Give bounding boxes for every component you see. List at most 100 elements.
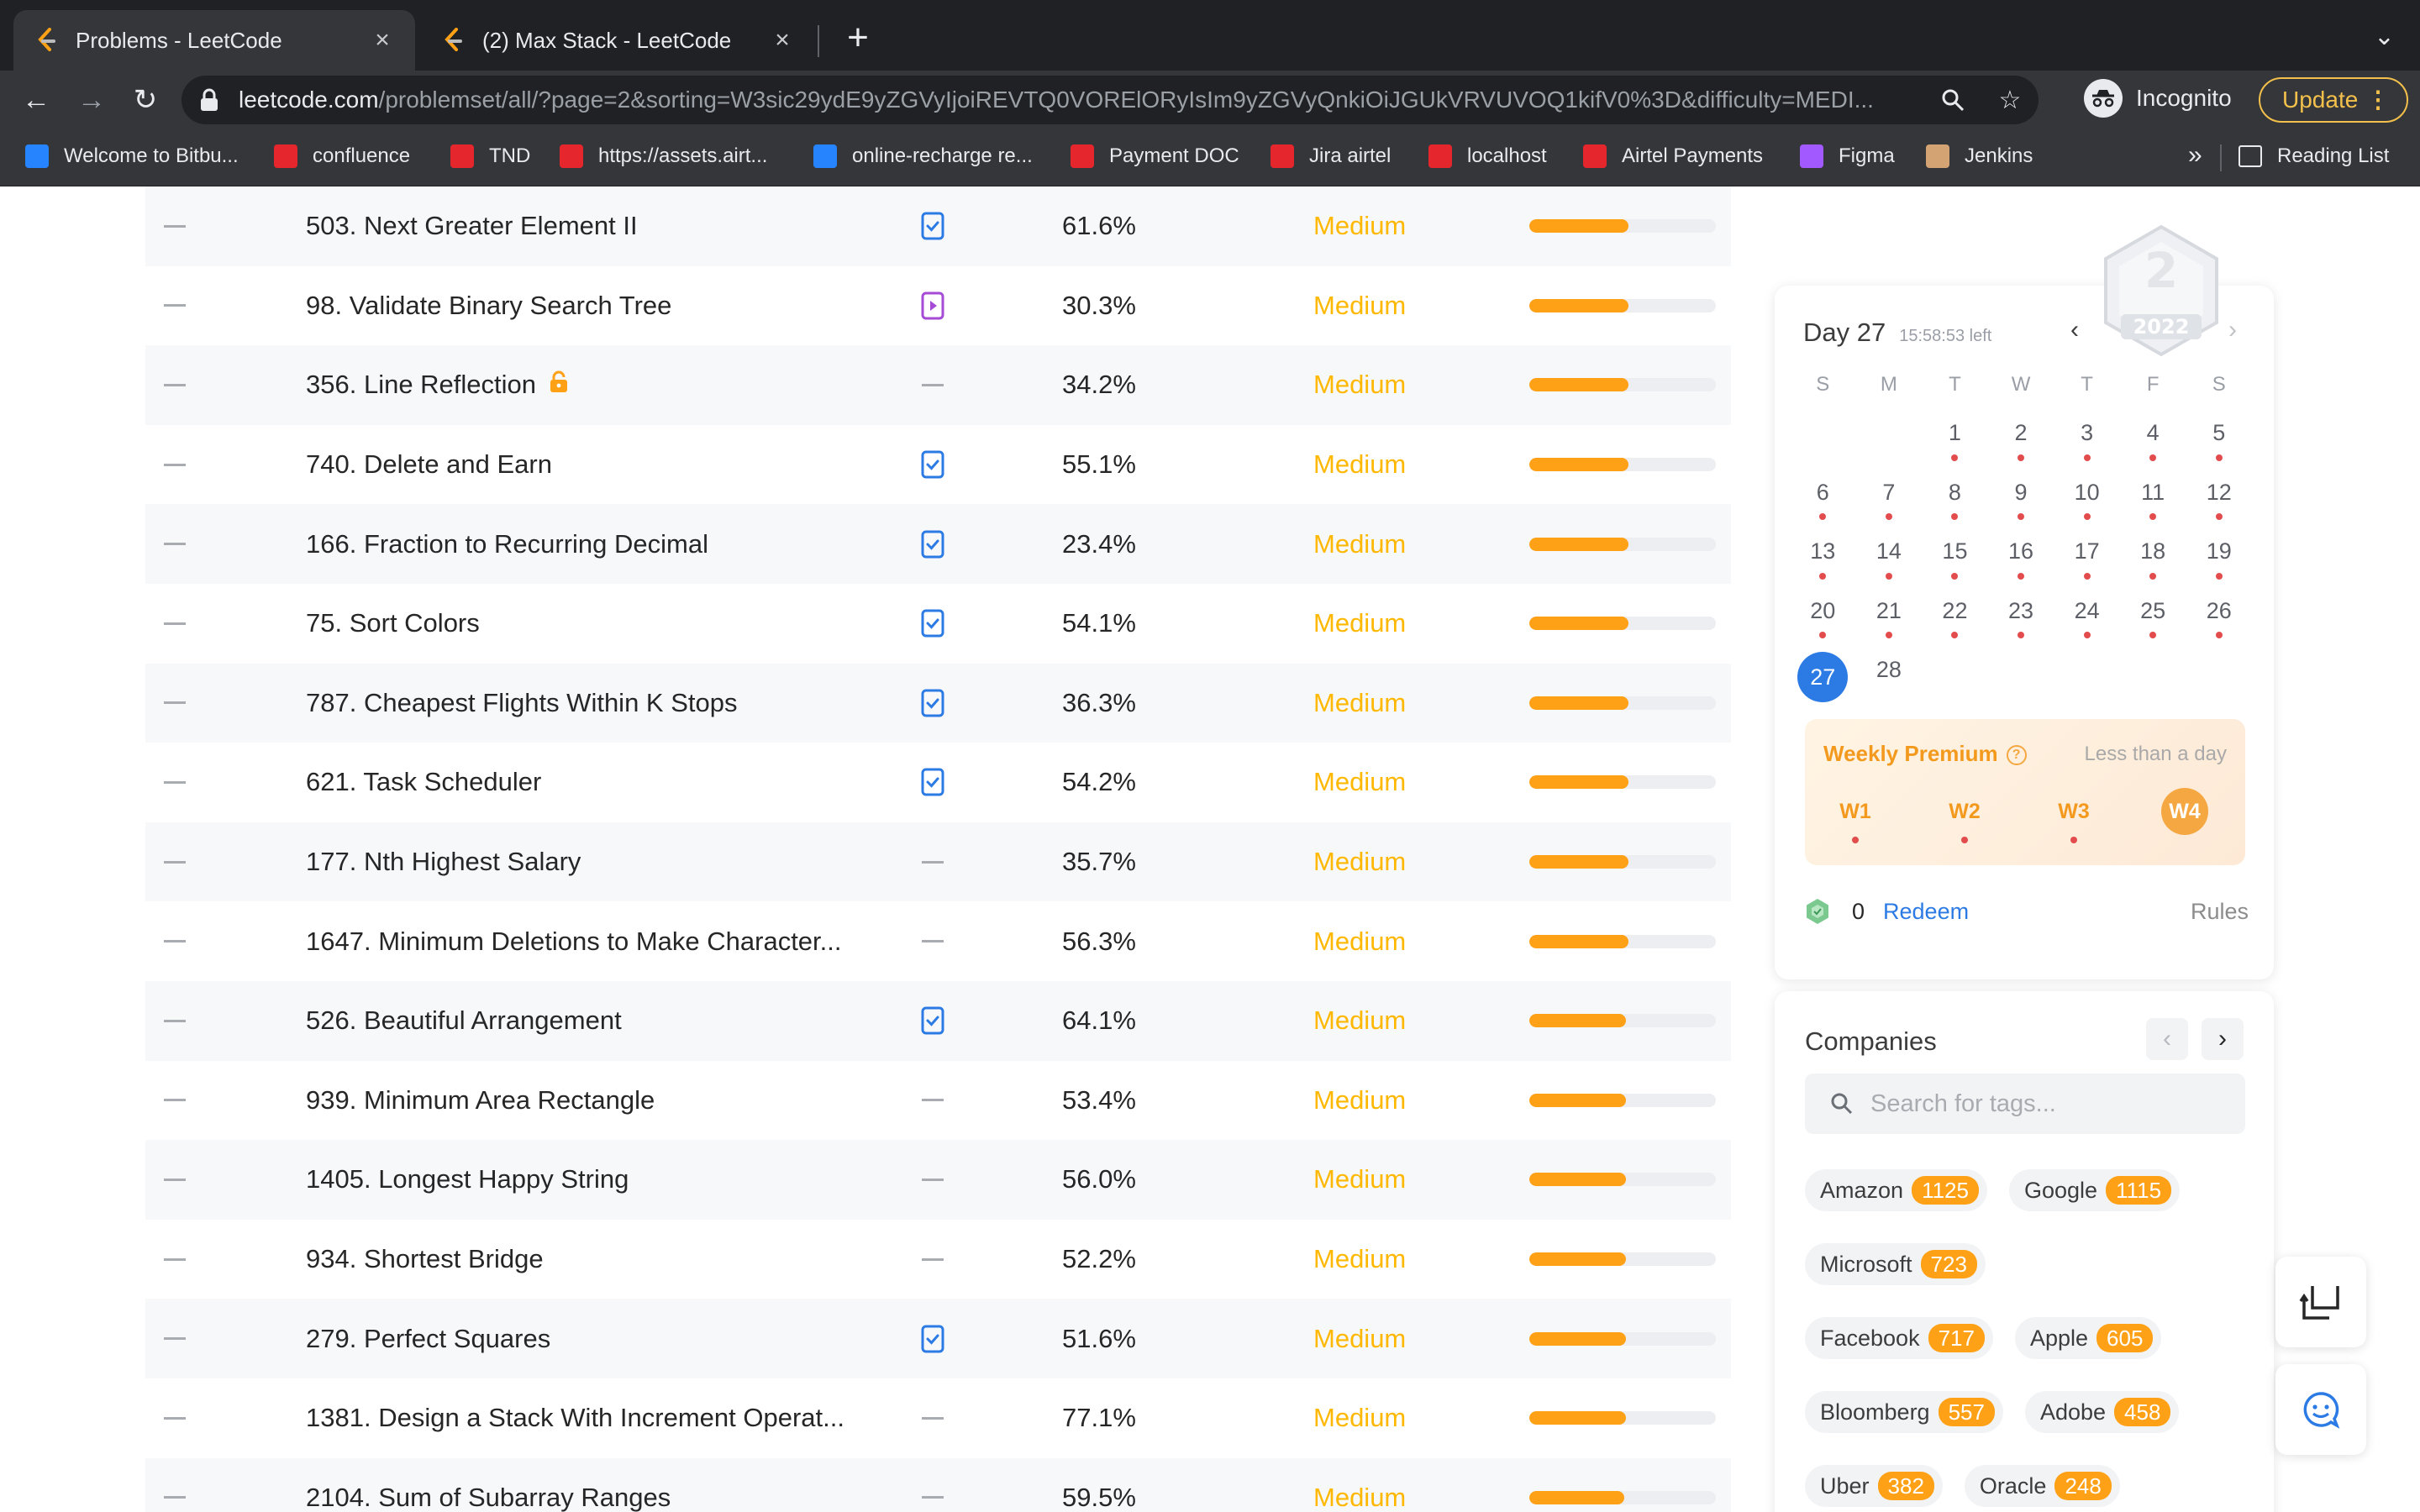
calendar-day[interactable]: 10 — [2054, 471, 2120, 531]
chevron-right-icon[interactable]: › — [2202, 1018, 2244, 1060]
table-row[interactable]: 939. Minimum Area Rectangle 53.4% Medium — [145, 1061, 1731, 1141]
problem-title-link[interactable]: 1381. Design a Stack With Increment Oper… — [306, 1403, 877, 1433]
bookmark-airtel-payments[interactable]: Airtel Payments — [1583, 144, 1763, 168]
table-row[interactable]: 1381. Design a Stack With Increment Oper… — [145, 1378, 1731, 1458]
tab-max-stack[interactable]: (2) Max Stack - LeetCode × — [420, 10, 815, 71]
calendar-today[interactable]: 27 — [1790, 648, 1856, 708]
question-icon[interactable]: ? — [2006, 745, 2027, 766]
company-tag[interactable]: Adobe 458 — [2024, 1391, 2180, 1433]
problem-title-link[interactable]: 1405. Longest Happy String — [306, 1164, 877, 1194]
redeem-link[interactable]: Redeem — [1883, 899, 1969, 925]
problem-title-link[interactable]: 166. Fraction to Recurring Decimal — [306, 529, 877, 559]
calendar-day[interactable]: 22 — [1922, 590, 1988, 649]
bookmark-figma[interactable]: Figma — [1800, 144, 1895, 168]
calendar-day[interactable]: 19 — [2186, 530, 2252, 590]
solution-video-icon[interactable] — [918, 290, 947, 322]
problem-title-link[interactable]: 934. Shortest Bridge — [306, 1244, 877, 1274]
feedback-switch-button[interactable] — [2275, 1257, 2366, 1347]
star-icon[interactable]: ☆ — [1993, 83, 2027, 117]
back-arrow-icon[interactable]: ← — [15, 79, 57, 121]
problem-title-link[interactable]: 503. Next Greater Element II — [306, 211, 877, 241]
solution-article-icon[interactable] — [918, 210, 947, 242]
calendar-day[interactable]: 24 — [2054, 590, 2120, 649]
close-tab-icon[interactable]: × — [770, 26, 795, 55]
calendar-day[interactable]: 11 — [2120, 471, 2186, 531]
problem-title-link[interactable]: 98. Validate Binary Search Tree — [306, 291, 877, 321]
solution-article-icon[interactable] — [918, 528, 947, 560]
bookmark-online-recharge[interactable]: online-recharge re... — [813, 144, 1033, 168]
solution-article-icon[interactable] — [918, 607, 947, 639]
company-tag[interactable]: Google 1115 — [2008, 1169, 2181, 1211]
problem-title-link[interactable]: 356. Line Reflection — [306, 370, 877, 402]
table-row[interactable]: 787. Cheapest Flights Within K Stops 36.3… — [145, 663, 1731, 743]
calendar-day[interactable]: 25 — [2120, 590, 2186, 649]
chevron-left-icon[interactable]: ‹ — [2070, 316, 2079, 344]
company-tag[interactable]: Uber 382 — [1805, 1465, 1943, 1507]
calendar-day[interactable]: 15 — [1922, 530, 1988, 590]
bookmark-localhost[interactable]: localhost — [1428, 144, 1547, 168]
solution-article-icon[interactable] — [918, 766, 947, 798]
solution-article-icon[interactable] — [918, 1005, 947, 1037]
table-row[interactable]: 934. Shortest Bridge 52.2% Medium — [145, 1220, 1731, 1299]
more-bookmarks-icon[interactable]: » — [2188, 141, 2202, 170]
table-row[interactable]: 1405. Longest Happy String 56.0% Medium — [145, 1140, 1731, 1220]
chevron-left-icon[interactable]: ‹ — [2146, 1018, 2188, 1060]
problem-title-link[interactable]: 279. Perfect Squares — [306, 1324, 877, 1354]
table-row[interactable]: 75. Sort Colors 54.1% Medium — [145, 584, 1731, 664]
table-row[interactable]: 166. Fraction to Recurring Decimal 23.4% M… — [145, 504, 1731, 584]
problem-title-link[interactable]: 1647. Minimum Deletions to Make Characte… — [306, 927, 877, 957]
calendar-day[interactable]: 1 — [1922, 412, 1988, 471]
table-row[interactable]: 503. Next Greater Element II 61.6% Medium — [145, 186, 1731, 266]
forward-arrow-icon[interactable]: → — [71, 79, 113, 121]
reading-list-button[interactable]: Reading List — [2238, 144, 2389, 168]
calendar-day[interactable]: 16 — [1988, 530, 2054, 590]
bookmark-tnd[interactable]: TND — [450, 144, 530, 168]
calendar-day[interactable]: 20 — [1790, 590, 1856, 649]
bookmark-confluence[interactable]: confluence — [274, 144, 410, 168]
problem-title-link[interactable]: 621. Task Scheduler — [306, 767, 877, 797]
week-4-current[interactable]: W4 — [2161, 788, 2208, 835]
address-bar[interactable]: leetcode.com/problemset/all/?page=2&sort… — [182, 76, 2039, 124]
bookmark-jenkins[interactable]: Jenkins — [1926, 144, 2033, 168]
calendar-day[interactable]: 28 — [1856, 648, 1923, 708]
week-3[interactable]: W3 — [2050, 800, 2097, 843]
rules-link[interactable]: Rules — [2191, 899, 2249, 925]
company-tag[interactable]: Oracle 248 — [1964, 1465, 2120, 1507]
table-row[interactable]: 740. Delete and Earn 55.1% Medium — [145, 425, 1731, 505]
calendar-day[interactable]: 6 — [1790, 471, 1856, 531]
calendar-day[interactable]: 14 — [1856, 530, 1923, 590]
calendar-day[interactable]: 9 — [1988, 471, 2054, 531]
calendar-day[interactable]: 21 — [1856, 590, 1923, 649]
bookmark-jira[interactable]: Jira airtel — [1270, 144, 1391, 168]
solution-article-icon[interactable] — [918, 687, 947, 719]
table-row[interactable]: 177. Nth Highest Salary 35.7% Medium — [145, 822, 1731, 902]
company-tag[interactable]: Microsoft 723 — [1805, 1243, 1986, 1285]
chevron-right-icon[interactable]: › — [2228, 316, 2237, 344]
tag-search-input[interactable] — [1870, 1089, 2223, 1118]
table-row[interactable]: 526. Beautiful Arrangement 64.1% Medium — [145, 980, 1731, 1061]
company-tag[interactable]: Apple 605 — [2014, 1317, 2162, 1359]
week-1[interactable]: W1 — [1832, 800, 1879, 843]
table-row[interactable]: 1647. Minimum Deletions to Make Characte… — [145, 901, 1731, 981]
problem-title-link[interactable]: 740. Delete and Earn — [306, 449, 877, 480]
close-tab-icon[interactable]: × — [370, 26, 395, 55]
problem-title-link[interactable]: 2104. Sum of Subarray Ranges — [306, 1483, 877, 1512]
calendar-day[interactable]: 5 — [2186, 412, 2252, 471]
week-2[interactable]: W2 — [1941, 800, 1988, 843]
calendar-day[interactable]: 23 — [1988, 590, 2054, 649]
bookmark-bitbucket[interactable]: Welcome to Bitbu... — [25, 144, 239, 168]
calendar-day[interactable]: 17 — [2054, 530, 2120, 590]
calendar-day[interactable]: 13 — [1790, 530, 1856, 590]
zoom-icon[interactable] — [1936, 83, 1970, 117]
company-tag[interactable]: Facebook 717 — [1805, 1317, 1993, 1359]
table-row[interactable]: 279. Perfect Squares 51.6% Medium — [145, 1299, 1731, 1378]
chevron-down-icon[interactable]: ⌄ — [2374, 22, 2395, 51]
table-row[interactable]: 621. Task Scheduler 54.2% Medium — [145, 743, 1731, 822]
company-tag[interactable]: Amazon 1125 — [1805, 1169, 1987, 1211]
problem-title-link[interactable]: 177. Nth Highest Salary — [306, 847, 877, 877]
bookmark-payment-doc[interactable]: Payment DOC — [1071, 144, 1239, 168]
problem-title-link[interactable]: 939. Minimum Area Rectangle — [306, 1085, 877, 1116]
calendar-day[interactable]: 26 — [2186, 590, 2252, 649]
problem-title-link[interactable]: 75. Sort Colors — [306, 608, 877, 638]
calendar-day[interactable]: 3 — [2054, 412, 2120, 471]
